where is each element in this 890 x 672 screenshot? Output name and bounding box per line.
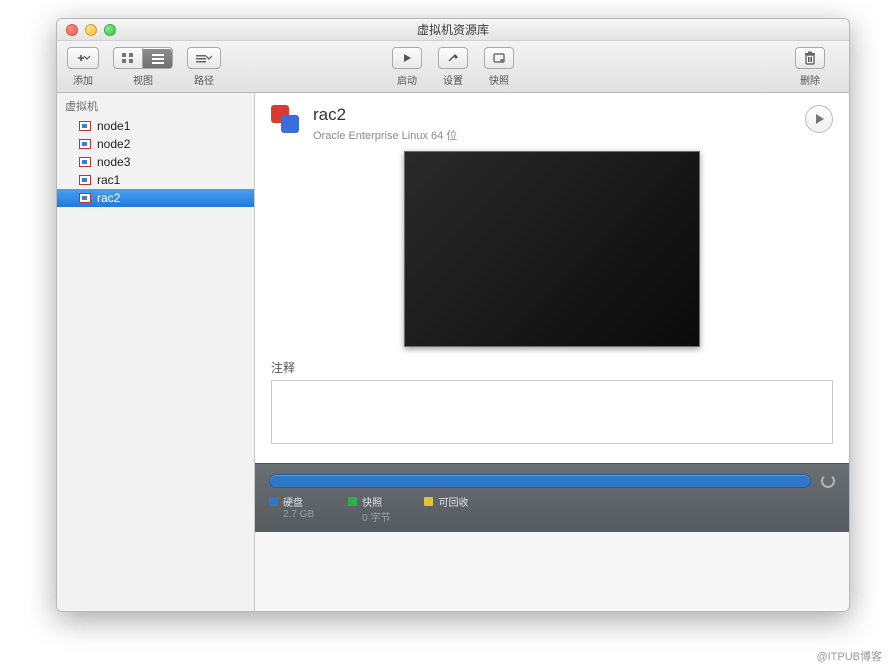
legend-label: 可回收: [438, 494, 468, 509]
snapshot-label: 快照: [489, 72, 509, 87]
sidebar-item-label: node3: [97, 155, 130, 169]
play-button[interactable]: [805, 105, 833, 133]
legend-swatch: [424, 497, 433, 506]
vm-name: rac2: [313, 105, 457, 125]
toolbar-group-view: 视图: [113, 47, 173, 87]
delete-button[interactable]: [795, 47, 825, 69]
titlebar: 虚拟机资源库: [57, 19, 849, 41]
snapshot-button[interactable]: [484, 47, 514, 69]
view-grid-button[interactable]: [113, 47, 143, 69]
start-label: 启动: [397, 72, 417, 87]
delete-label: 删除: [800, 72, 820, 87]
toolbar-group-start: 启动: [392, 47, 422, 87]
sidebar-item-rac1[interactable]: rac1: [57, 171, 254, 189]
vm-title-block: rac2 Oracle Enterprise Linux 64 位: [313, 105, 457, 143]
add-label: 添加: [73, 72, 93, 87]
notes-input[interactable]: [271, 380, 833, 444]
activity-spinner-icon: [821, 474, 835, 488]
legend-item-green: 快照0 字节: [348, 494, 390, 524]
legend-item-blue: 硬盘2.7 GB: [269, 494, 314, 524]
path-label: 路径: [194, 72, 214, 87]
add-button[interactable]: [67, 47, 99, 69]
settings-label: 设置: [443, 72, 463, 87]
legend-label: 快照: [362, 494, 382, 509]
sidebar-item-label: rac2: [97, 191, 120, 205]
disk-usage-bar: [269, 474, 811, 488]
legend-value: 0 字节: [362, 509, 390, 524]
vm-screen-preview[interactable]: [404, 151, 700, 347]
vm-app-icon: [271, 105, 303, 137]
app-window: 虚拟机资源库 添加 视图 路径: [56, 18, 850, 612]
sidebar-item-label: node1: [97, 119, 130, 133]
toolbar-group-snapshot: 快照: [484, 47, 514, 87]
toolbar-group-add: 添加: [67, 47, 99, 87]
path-button[interactable]: [187, 47, 221, 69]
toolbar-group-settings: 设置: [438, 47, 468, 87]
sidebar: 虚拟机 node1 node2 node3 rac1 rac2: [57, 93, 255, 611]
vm-icon: [79, 139, 91, 149]
sidebar-item-label: rac1: [97, 173, 120, 187]
vm-icon: [79, 121, 91, 131]
progress-row: [269, 474, 835, 488]
notes-label: 注释: [271, 359, 833, 376]
detail-header: rac2 Oracle Enterprise Linux 64 位: [255, 93, 849, 151]
window-title: 虚拟机资源库: [57, 21, 849, 38]
toolbar-group-delete: 删除: [795, 47, 825, 87]
view-segment: [113, 47, 173, 69]
view-list-button[interactable]: [143, 47, 173, 69]
body: 虚拟机 node1 node2 node3 rac1 rac2 rac2 Oracle …: [57, 93, 849, 611]
vm-icon: [79, 157, 91, 167]
sidebar-header: 虚拟机: [57, 93, 254, 117]
detail-pane: rac2 Oracle Enterprise Linux 64 位 注释: [255, 93, 849, 611]
status-bar: 硬盘2.7 GB 快照0 字节 可回收: [255, 463, 849, 532]
sidebar-item-node2[interactable]: node2: [57, 135, 254, 153]
legend-label: 硬盘: [283, 494, 303, 509]
start-button[interactable]: [392, 47, 422, 69]
play-icon: [816, 114, 824, 124]
legend-item-yellow: 可回收: [424, 494, 468, 524]
sidebar-item-node3[interactable]: node3: [57, 153, 254, 171]
sidebar-item-node1[interactable]: node1: [57, 117, 254, 135]
preview-area: [255, 151, 849, 359]
vm-icon: [79, 193, 91, 203]
settings-button[interactable]: [438, 47, 468, 69]
toolbar: 添加 视图 路径 启动: [57, 41, 849, 93]
legend-value: 2.7 GB: [283, 509, 314, 520]
watermark: @ITPUB博客: [816, 648, 882, 664]
view-label: 视图: [133, 72, 153, 87]
vm-subtitle: Oracle Enterprise Linux 64 位: [313, 127, 457, 143]
sidebar-item-label: node2: [97, 137, 130, 151]
vm-icon: [79, 175, 91, 185]
notes-section: 注释: [255, 359, 849, 463]
toolbar-center: 启动 设置 快照: [384, 47, 522, 87]
legend: 硬盘2.7 GB 快照0 字节 可回收: [269, 494, 835, 524]
sidebar-item-rac2[interactable]: rac2: [57, 189, 254, 207]
legend-swatch: [348, 497, 357, 506]
toolbar-group-path: 路径: [187, 47, 221, 87]
legend-swatch: [269, 497, 278, 506]
